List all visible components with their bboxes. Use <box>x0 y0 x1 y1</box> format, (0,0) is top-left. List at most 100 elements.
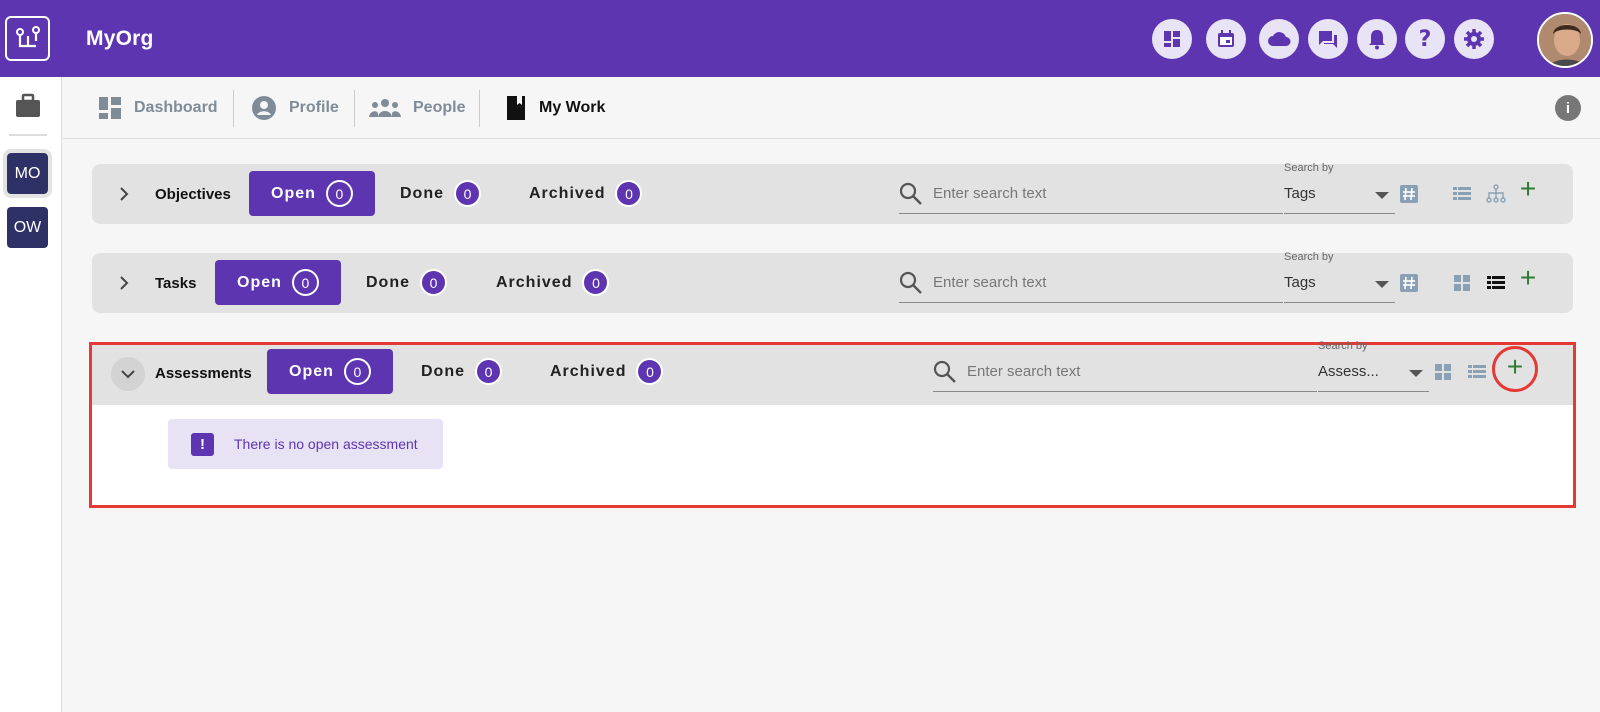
count-badge: 0 <box>615 180 643 207</box>
tab-open[interactable]: Open 0 <box>267 349 393 394</box>
objectives-search <box>899 174 1283 214</box>
tag-filter-icon[interactable] <box>1399 273 1419 293</box>
search-by-label: Search by <box>1284 251 1334 263</box>
rail-divider <box>9 134 47 136</box>
grid-view-icon[interactable] <box>1433 362 1453 382</box>
briefcase-icon[interactable] <box>14 93 42 124</box>
count-badge: 0 <box>325 180 353 207</box>
tasks-panel: Tasks Open 0 Done 0 Archived 0 Search by… <box>92 251 1573 313</box>
tab-open[interactable]: Open 0 <box>215 260 341 305</box>
alert-icon: ! <box>191 432 214 456</box>
nav-divider <box>233 90 234 127</box>
list-view-icon[interactable] <box>1452 184 1472 204</box>
count-badge: 0 <box>420 269 447 296</box>
chevron-down-icon[interactable] <box>111 357 145 391</box>
dashboard-icon[interactable] <box>1152 19 1192 59</box>
tab-archived[interactable]: Archived 0 <box>550 349 664 394</box>
cloud-icon[interactable] <box>1259 19 1299 59</box>
nav-item-people[interactable]: People <box>369 77 465 139</box>
list-view-icon[interactable] <box>1486 273 1506 293</box>
tab-archived[interactable]: Archived 0 <box>529 171 643 216</box>
panel-title: Assessments <box>155 365 252 382</box>
assessments-search <box>933 352 1317 392</box>
tab-label: Done <box>366 273 410 291</box>
chevron-right-icon[interactable] <box>112 182 136 206</box>
dropdown-caret-icon <box>1375 281 1389 288</box>
info-icon[interactable]: i <box>1555 95 1581 121</box>
search-by-select[interactable]: Tags <box>1284 174 1395 214</box>
top-bar: MyOrg ? <box>0 0 1600 77</box>
search-input[interactable] <box>933 274 1263 291</box>
tab-label: Archived <box>550 362 627 380</box>
count-badge: 0 <box>582 269 610 296</box>
nav-divider <box>354 90 355 127</box>
tag-filter-icon[interactable] <box>1399 184 1419 204</box>
tab-label: Open <box>271 184 316 202</box>
count-badge: 0 <box>291 269 319 296</box>
dashboard-icon <box>99 97 121 119</box>
section-nav: Dashboard Profile People My Work i <box>63 77 1600 139</box>
tab-open[interactable]: Open 0 <box>249 171 375 216</box>
my-work-icon <box>507 96 525 120</box>
highlight-circle <box>1492 346 1538 392</box>
tab-done[interactable]: Done 0 <box>366 260 447 305</box>
bell-icon[interactable] <box>1357 19 1397 59</box>
select-value: Tags <box>1284 185 1316 202</box>
count-badge: 0 <box>343 358 371 385</box>
search-icon <box>933 360 956 383</box>
chevron-right-icon[interactable] <box>112 271 136 295</box>
search-icon <box>899 271 922 294</box>
empty-message: There is no open assessment <box>234 436 418 452</box>
add-task-button[interactable]: + <box>1518 264 1538 292</box>
search-by-select[interactable]: Assess... <box>1318 352 1429 392</box>
nav-label: People <box>413 99 466 116</box>
help-icon[interactable]: ? <box>1405 19 1445 59</box>
nav-item-my-work[interactable]: My Work <box>505 77 605 139</box>
people-icon <box>369 99 401 117</box>
chat-icon[interactable] <box>1308 19 1348 59</box>
tab-done[interactable]: Done 0 <box>400 171 481 216</box>
app-title: MyOrg <box>86 27 154 50</box>
left-rail: MO OW <box>0 77 62 712</box>
nav-label: Dashboard <box>134 99 218 116</box>
search-icon <box>899 182 922 205</box>
search-by-label: Search by <box>1284 162 1334 174</box>
nav-item-profile[interactable]: Profile <box>251 77 339 139</box>
search-by-select[interactable]: Tags <box>1284 263 1395 303</box>
logo-icon <box>16 26 40 48</box>
calendar-icon[interactable] <box>1206 19 1246 59</box>
tab-label: Archived <box>496 273 573 291</box>
tab-archived[interactable]: Archived 0 <box>496 260 610 305</box>
hierarchy-view-icon[interactable] <box>1486 184 1506 204</box>
empty-state-notice: ! There is no open assessment <box>168 419 443 469</box>
grid-view-icon[interactable] <box>1452 273 1472 293</box>
search-input[interactable] <box>967 363 1297 380</box>
list-view-icon[interactable] <box>1467 362 1487 382</box>
dropdown-caret-icon <box>1375 192 1389 199</box>
tab-label: Archived <box>529 184 606 202</box>
app-logo[interactable] <box>5 16 50 61</box>
user-avatar[interactable] <box>1537 12 1593 68</box>
count-badge: 0 <box>475 358 502 385</box>
select-value: Tags <box>1284 274 1316 291</box>
count-badge: 0 <box>636 358 664 385</box>
add-objective-button[interactable]: + <box>1518 175 1538 203</box>
org-switch-ow[interactable]: OW <box>7 207 48 248</box>
settings-icon[interactable] <box>1454 19 1494 59</box>
org-switch-mo[interactable]: MO <box>3 149 52 198</box>
count-badge: 0 <box>454 180 481 207</box>
panel-title: Tasks <box>155 275 197 292</box>
tab-label: Open <box>289 362 334 380</box>
search-by-label: Search by <box>1318 340 1368 352</box>
tasks-search <box>899 263 1283 303</box>
dropdown-caret-icon <box>1409 370 1423 377</box>
search-input[interactable] <box>933 185 1263 202</box>
tab-done[interactable]: Done 0 <box>421 349 502 394</box>
panel-title: Objectives <box>155 186 231 203</box>
assessments-panel: Assessments Open 0 Done 0 Archived 0 Sea… <box>89 340 1576 508</box>
nav-item-dashboard[interactable]: Dashboard <box>98 77 218 139</box>
profile-icon <box>252 96 276 120</box>
objectives-panel: Objectives Open 0 Done 0 Archived 0 Sear… <box>92 162 1573 224</box>
nav-divider <box>479 90 480 127</box>
nav-label: Profile <box>289 99 339 116</box>
